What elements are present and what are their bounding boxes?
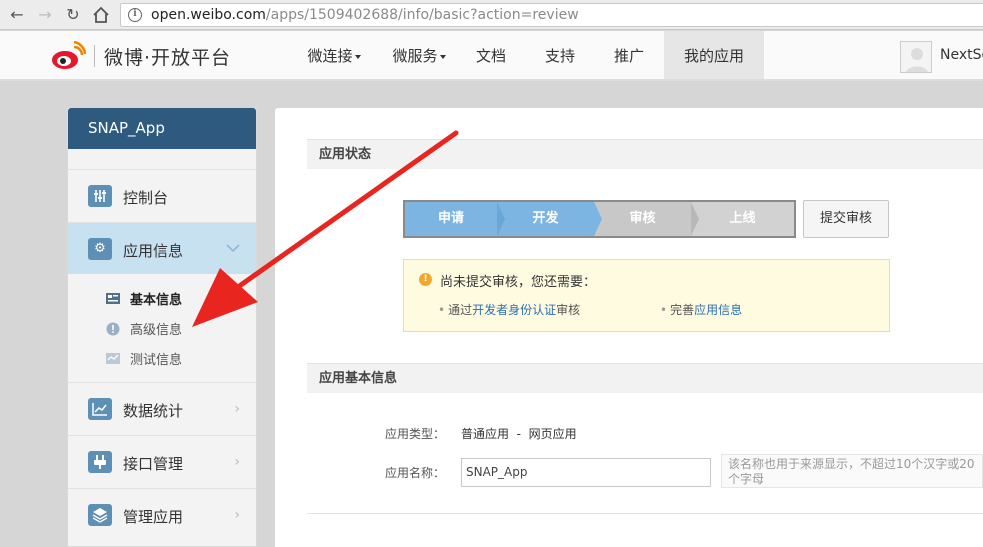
sidebar-item-manage[interactable]: 管理应用 › bbox=[68, 488, 256, 540]
section-title-status: 应用状态 bbox=[307, 139, 983, 169]
review-notice: ! 尚未提交审核，您还需要： • 通过开发者身份认证审核 • 完善应用信息 bbox=[403, 259, 890, 332]
nav-label: 微连接 bbox=[307, 47, 353, 65]
caret-down-icon bbox=[354, 54, 361, 59]
app-name-field[interactable]: SNAP_App bbox=[461, 458, 711, 487]
logo-divider bbox=[94, 45, 95, 67]
notice-title: 尚未提交审核，您还需要： bbox=[440, 275, 597, 290]
section-divider bbox=[307, 513, 983, 514]
developer-verify-link[interactable]: 开发者身份认证 bbox=[472, 303, 556, 317]
dashboard-icon bbox=[88, 185, 112, 207]
submit-review-button[interactable]: 提交审核 bbox=[803, 200, 889, 238]
gear-icon: ⚙ bbox=[88, 238, 112, 260]
sidebar-app-name: SNAP_App bbox=[68, 108, 256, 149]
nav-label: 微服务 bbox=[392, 47, 438, 65]
sidebar-item-label: 应用信息 bbox=[123, 242, 184, 260]
app-name-label: 应用名称： bbox=[385, 466, 446, 480]
nav-weifuwu[interactable]: 微服务 bbox=[388, 31, 450, 79]
step-online: 上线 bbox=[691, 202, 794, 236]
notice-text: 审核 bbox=[556, 303, 581, 317]
site-header: 微博·开放平台 微连接 微服务 文档 支持 推广 我的应用 NextSc bbox=[0, 31, 983, 81]
layers-icon bbox=[88, 504, 112, 526]
chevron-right-icon: › bbox=[234, 401, 240, 417]
app-name-hint: 该名称也用于来源显示，不超过10个汉字或20个字母 bbox=[721, 454, 983, 488]
subitem-label: 高级信息 bbox=[130, 323, 183, 338]
sidebar-subitem-basic-info[interactable]: 基本信息 bbox=[106, 289, 182, 311]
section-title-basic: 应用基本信息 bbox=[307, 363, 983, 393]
weibo-logo-icon[interactable] bbox=[50, 41, 86, 71]
notice-text: 通过 bbox=[448, 303, 473, 317]
site-title[interactable]: 微博·开放平台 bbox=[104, 43, 231, 70]
nav-weilianjie[interactable]: 微连接 bbox=[303, 31, 365, 79]
nav-promote[interactable]: 推广 bbox=[608, 31, 650, 79]
step-develop: 开发 bbox=[497, 202, 594, 236]
sidebar-subitem-test-info[interactable]: 测试信息 bbox=[106, 349, 182, 371]
user-name[interactable]: NextSc bbox=[940, 47, 983, 63]
chevron-right-icon: › bbox=[234, 507, 240, 523]
browser-toolbar: ← → ↻ i open.weibo.com/apps/1509402688/i… bbox=[0, 0, 983, 30]
sidebar-item-label: 数据统计 bbox=[123, 402, 184, 420]
chevron-right-icon: › bbox=[234, 454, 240, 470]
avatar[interactable] bbox=[900, 41, 932, 73]
forward-arrow-icon[interactable]: → bbox=[34, 4, 56, 26]
plug-icon bbox=[88, 451, 112, 473]
chart-icon bbox=[88, 398, 112, 420]
app-info-link[interactable]: 应用信息 bbox=[694, 303, 742, 317]
address-bar[interactable]: i open.weibo.com/apps/1509402688/info/ba… bbox=[120, 3, 983, 27]
status-progress: 申请 开发 审核 上线 bbox=[403, 200, 796, 238]
step-chevron bbox=[594, 202, 602, 236]
step-review: 审核 bbox=[594, 202, 691, 236]
caret-down-icon bbox=[439, 54, 446, 59]
app-type-value: 普通应用 - 网页应用 bbox=[461, 427, 577, 441]
sidebar-item-app-info[interactable]: ⚙ 应用信息 bbox=[68, 222, 256, 274]
subitem-label: 测试信息 bbox=[130, 353, 183, 368]
warning-icon: ! bbox=[419, 273, 432, 286]
step-chevron bbox=[691, 202, 699, 236]
nav-support[interactable]: 支持 bbox=[539, 31, 581, 79]
url-text: open.weibo.com/apps/1509402688/info/basi… bbox=[151, 7, 579, 23]
alert-icon bbox=[106, 322, 120, 335]
sidebar-item-label: 接口管理 bbox=[123, 455, 184, 473]
test-icon bbox=[106, 353, 120, 364]
info-icon[interactable]: i bbox=[128, 8, 142, 22]
nav-my-apps[interactable]: 我的应用 bbox=[664, 31, 764, 79]
sidebar-item-dashboard[interactable]: 控制台 bbox=[68, 169, 256, 221]
sidebar-subitem-advanced-info[interactable]: 高级信息 bbox=[106, 319, 182, 341]
notice-item-verify: • 通过开发者身份认证审核 bbox=[438, 303, 581, 317]
reload-icon[interactable]: ↻ bbox=[62, 4, 84, 26]
subitem-label: 基本信息 bbox=[130, 293, 183, 308]
card-icon bbox=[106, 293, 120, 304]
home-icon[interactable] bbox=[90, 4, 112, 26]
url-host: open.weibo.com bbox=[151, 7, 266, 23]
sidebar-item-statistics[interactable]: 数据统计 › bbox=[68, 382, 256, 434]
app-type-label: 应用类型： bbox=[385, 427, 446, 441]
main-panel: 应用状态 申请 开发 审核 上线 提交审核 ! 尚未提交审核，您还需要： • 通过… bbox=[275, 108, 983, 547]
step-apply: 申请 bbox=[405, 202, 497, 236]
nav-docs[interactable]: 文档 bbox=[470, 31, 512, 79]
back-arrow-icon[interactable]: ← bbox=[6, 4, 28, 26]
sidebar-item-label: 管理应用 bbox=[123, 508, 184, 526]
notice-text: 完善 bbox=[670, 303, 695, 317]
sidebar-item-api[interactable]: 接口管理 › bbox=[68, 435, 256, 487]
sidebar: SNAP_App 控制台 ⚙ 应用信息 基本信息 高级信息 测试信息 数据统计 … bbox=[67, 108, 257, 547]
notice-item-complete: • 完善应用信息 bbox=[660, 303, 743, 317]
url-path: /apps/1509402688/info/basic?action=revie… bbox=[265, 7, 579, 23]
step-chevron bbox=[497, 202, 505, 236]
sidebar-item-label: 控制台 bbox=[123, 189, 169, 207]
chevron-down-icon bbox=[226, 241, 240, 257]
